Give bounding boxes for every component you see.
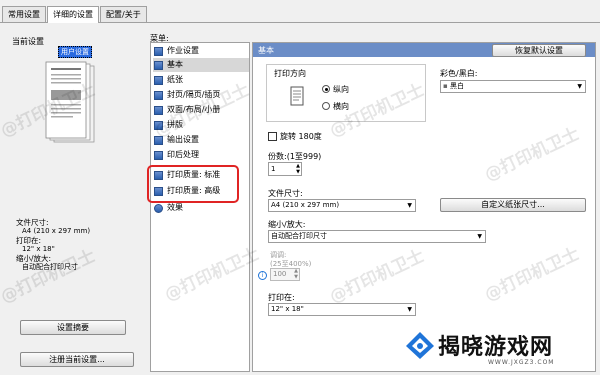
rotate-checkbox[interactable] <box>268 132 277 141</box>
spinner-icon[interactable]: ▲ ▼ <box>294 268 298 280</box>
landscape-label: 横向 <box>333 102 349 111</box>
register-settings-button[interactable]: 注册当前设置... <box>20 352 134 367</box>
restore-defaults-button[interactable]: 恢复默认设置 <box>492 44 586 57</box>
menu-item-job-settings[interactable]: 作业设置 <box>153 44 249 58</box>
menu-item-imposition[interactable]: 拼版 <box>153 118 249 132</box>
menu-item-label: 拼版 <box>167 120 183 129</box>
menu-item-output[interactable]: 输出设置 <box>153 133 249 147</box>
copies-value: 1 <box>271 165 276 173</box>
current-settings-label: 当前设置 <box>12 37 44 46</box>
spinner-icon[interactable]: ▲ ▼ <box>296 163 300 175</box>
portrait-radio[interactable] <box>322 85 330 93</box>
menu-item-label: 双面/布局/小册 <box>167 105 221 114</box>
finishing-icon <box>154 151 163 160</box>
menu-item-label: 作业设置 <box>167 46 199 55</box>
menu-item-finishing[interactable]: 印后处理 <box>153 148 249 162</box>
print-on-label: 打印在: <box>268 293 295 302</box>
copies-input[interactable]: 1 ▲ ▼ <box>268 162 302 176</box>
preset-tag: 用户设置 <box>58 46 92 58</box>
scale-select[interactable]: 自动配合打印尺寸 ▼ <box>268 230 486 243</box>
imposition-icon <box>154 121 163 130</box>
rotate-label: 旋转 180度 <box>280 132 322 141</box>
paper-size-value: A4 (210 x 297 mm) <box>271 201 340 209</box>
print-on-value: 12" x 18" <box>271 305 304 313</box>
paper-size-label: 文件尺寸: <box>268 189 303 198</box>
menu-list: 作业设置 基本 纸张 封页/隔页/插页 双面/布局/小册 拼版 输出设置 印后处… <box>150 42 250 372</box>
menu-item-paper[interactable]: 纸张 <box>153 73 249 87</box>
color-mode-value: 黑白 <box>449 82 464 90</box>
color-mode-select[interactable]: ▪ 黑白 ▼ <box>440 80 586 93</box>
chevron-down-icon: ▼ <box>407 202 412 209</box>
paper-size-value: A4 (210 x 297 mm) <box>22 227 91 235</box>
basic-icon <box>154 61 163 70</box>
custom-paper-size-button[interactable]: 自定义纸张尺寸... <box>440 198 586 212</box>
menu-item-label: 印后处理 <box>167 150 199 159</box>
menu-item-label: 输出设置 <box>167 135 199 144</box>
duplex-icon <box>154 106 163 115</box>
menu-item-duplex[interactable]: 双面/布局/小册 <box>153 103 249 117</box>
print-on-label: 打印在: <box>16 236 42 245</box>
paper-size-select[interactable]: A4 (210 x 297 mm) ▼ <box>268 199 416 212</box>
chevron-down-icon: ▼ <box>477 233 482 240</box>
menu-item-effects[interactable]: 效果 <box>153 201 249 215</box>
menu-item-label: 效果 <box>167 203 183 212</box>
paper-icon <box>154 76 163 85</box>
cover-icon <box>154 91 163 100</box>
menu-item-basic[interactable]: 基本 <box>153 58 249 72</box>
site-logo-icon <box>406 332 434 359</box>
print-on-value: 12" x 18" <box>22 245 55 253</box>
menu-item-cover[interactable]: 封页/隔页/插页 <box>153 88 249 102</box>
settings-info: 文件尺寸: A4 (210 x 297 mm) 打印在: 12" x 18" 缩… <box>16 218 90 272</box>
landscape-radio[interactable] <box>322 102 330 110</box>
scale-label: 缩小/放大: <box>268 220 306 229</box>
scale-value: 自动配合打印尺寸 <box>22 263 78 271</box>
menu-item-label: 基本 <box>167 60 183 69</box>
tab-common-settings[interactable]: 常用设置 <box>2 6 46 22</box>
color-swatch-icon: ▪ <box>443 82 448 90</box>
orientation-label: 打印方向 <box>274 69 306 78</box>
scale-label: 缩小/放大: <box>16 254 52 263</box>
paper-preview-icon <box>45 61 95 143</box>
scale-value: 自动配合打印尺寸 <box>271 232 327 240</box>
settings-summary-button[interactable]: 设置摘要 <box>20 320 126 335</box>
color-mode-label: 彩色/黑白: <box>440 69 478 78</box>
zoom-value: 100 <box>273 270 287 278</box>
paper-size-label: 文件尺寸: <box>16 218 49 227</box>
menu-item-label: 封页/隔页/插页 <box>167 90 221 99</box>
chevron-down-icon: ▼ <box>407 306 412 313</box>
tab-bar: 常用设置 详细的设置 配置/关于 <box>2 6 148 23</box>
portrait-page-icon <box>290 86 304 106</box>
site-logo-text: 揭晓游戏网 <box>438 335 554 360</box>
site-logo-url: WWW.JXGZ3.COM <box>488 359 555 366</box>
panel-title: 基本 <box>258 46 274 55</box>
portrait-label: 纵向 <box>333 85 349 94</box>
print-on-select[interactable]: 12" x 18" ▼ <box>268 303 416 316</box>
info-icon: i <box>258 271 267 280</box>
tab-config-about[interactable]: 配置/关于 <box>100 6 147 22</box>
menu-item-label: 纸张 <box>167 75 183 84</box>
job-settings-icon <box>154 47 163 56</box>
chevron-down-icon: ▼ <box>577 83 582 90</box>
quality-highlight-box <box>147 165 239 203</box>
effects-icon <box>154 204 163 213</box>
zoom-input[interactable]: 100 ▲ ▼ <box>270 268 300 281</box>
output-icon <box>154 136 163 145</box>
copies-label: 份数:(1至999) <box>268 152 322 161</box>
tab-detailed-settings[interactable]: 详细的设置 <box>47 6 99 23</box>
